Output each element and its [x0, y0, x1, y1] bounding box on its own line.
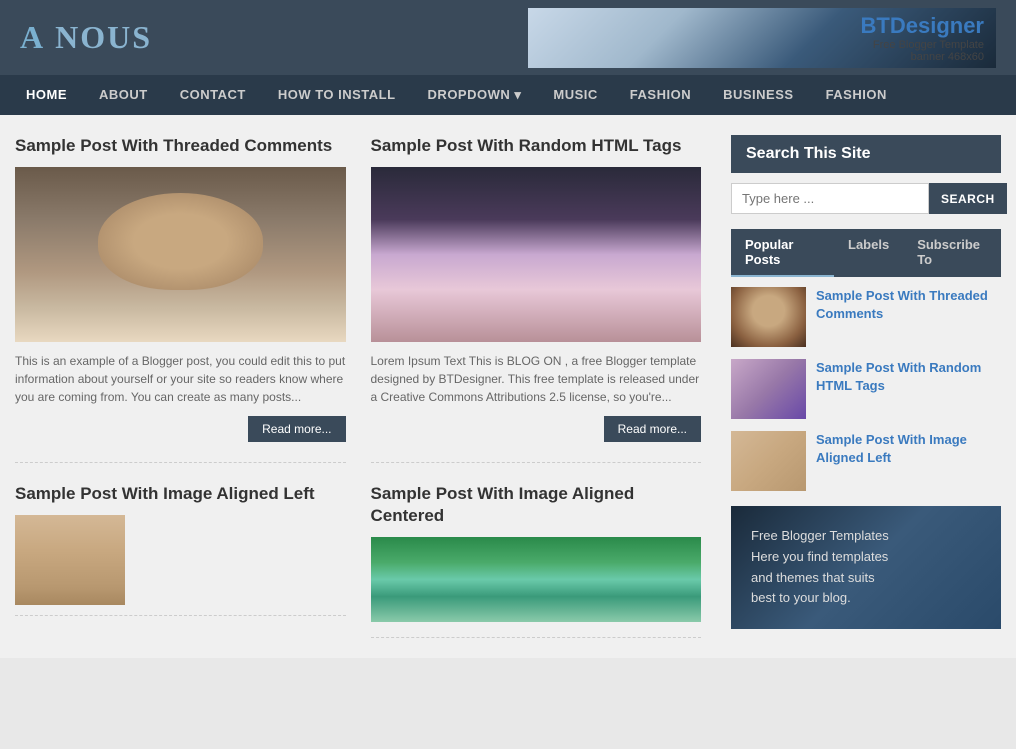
tab-labels[interactable]: Labels	[834, 229, 903, 277]
post-item: Sample Post With Image Aligned Centered	[371, 483, 702, 638]
read-more-button[interactable]: Read more...	[248, 416, 345, 442]
popular-post-item: Sample Post With Image Aligned Left	[731, 431, 1001, 491]
post-title: Sample Post With Threaded Comments	[15, 135, 346, 157]
post-title: Sample Post With Image Aligned Left	[15, 483, 346, 505]
logo-text: A NOUS	[20, 19, 152, 55]
search-box: SEARCH	[731, 183, 1001, 214]
nav-music[interactable]: MUSIC	[537, 75, 613, 115]
sidebar-tabs: Popular Posts Labels Subscribe To	[731, 229, 1001, 277]
post-thumbnail	[371, 167, 702, 342]
banner-ad[interactable]: BTDesigner Free Blogger Template banner …	[528, 8, 996, 68]
sidebar-bottom-banner: Free Blogger Templates Here you find tem…	[731, 506, 1001, 629]
post-thumbnail	[15, 515, 125, 605]
post-divider	[15, 615, 346, 616]
main-content: Sample Post With Threaded Comments This …	[0, 115, 716, 658]
post-item: Sample Post With Image Aligned Left	[15, 483, 346, 638]
banner-line4: best to your blog.	[751, 588, 981, 609]
popular-post-item: Sample Post With Random HTML Tags	[731, 359, 1001, 419]
nav-about[interactable]: ABOUT	[83, 75, 164, 115]
nav-business[interactable]: BUSINESS	[707, 75, 809, 115]
main-nav: HOME ABOUT CONTACT HOW TO INSTALL DROPDO…	[0, 75, 1016, 115]
content-wrapper: Sample Post With Threaded Comments This …	[0, 115, 1016, 658]
nav-fashion[interactable]: FASHION	[614, 75, 707, 115]
popular-post-thumbnail	[731, 287, 806, 347]
search-button[interactable]: SEARCH	[929, 183, 1007, 214]
popular-post-thumbnail	[731, 431, 806, 491]
post-title: Sample Post With Image Aligned Centered	[371, 483, 702, 527]
nav-contact[interactable]: CONTACT	[164, 75, 262, 115]
banner-line1: Free Blogger Templates	[751, 526, 981, 547]
tab-popular-posts[interactable]: Popular Posts	[731, 229, 834, 277]
banner-line3: and themes that suits	[751, 568, 981, 589]
popular-post-thumbnail	[731, 359, 806, 419]
post-thumbnail	[371, 537, 702, 622]
popular-post-item: Sample Post With Threaded Comments	[731, 287, 1001, 347]
post-divider	[15, 462, 346, 463]
nav-home[interactable]: HOME	[10, 75, 83, 115]
post-thumbnail	[15, 167, 346, 342]
popular-post-title[interactable]: Sample Post With Image Aligned Left	[816, 431, 1001, 467]
post-divider	[371, 637, 702, 638]
post-item: Sample Post With Random HTML Tags Lorem …	[371, 135, 702, 463]
post-grid: Sample Post With Threaded Comments This …	[15, 135, 701, 638]
sidebar: Search This Site SEARCH Popular Posts La…	[716, 115, 1016, 658]
popular-post-title[interactable]: Sample Post With Random HTML Tags	[816, 359, 1001, 395]
nav-how-to-install[interactable]: HOW TO INSTALL	[262, 75, 412, 115]
site-logo[interactable]: A NOUS	[20, 19, 152, 56]
nav-dropdown[interactable]: DROPDOWN ▾	[412, 75, 538, 115]
popular-post-title[interactable]: Sample Post With Threaded Comments	[816, 287, 1001, 323]
read-more-button[interactable]: Read more...	[604, 416, 701, 442]
banner-ad-text: BTDesigner Free Blogger Template banner …	[861, 13, 984, 63]
search-widget-title: Search This Site	[731, 135, 1001, 173]
tab-subscribe[interactable]: Subscribe To	[903, 229, 1001, 277]
search-input[interactable]	[731, 183, 929, 214]
site-header: A NOUS BTDesigner Free Blogger Template …	[0, 0, 1016, 75]
post-excerpt: Lorem Ipsum Text This is BLOG ON , a fre…	[371, 352, 702, 406]
post-divider	[371, 462, 702, 463]
nav-fashion2[interactable]: FASHION	[810, 75, 903, 115]
post-item: Sample Post With Threaded Comments This …	[15, 135, 346, 463]
post-title: Sample Post With Random HTML Tags	[371, 135, 702, 157]
post-excerpt: This is an example of a Blogger post, yo…	[15, 352, 346, 406]
banner-line2: Here you find templates	[751, 547, 981, 568]
